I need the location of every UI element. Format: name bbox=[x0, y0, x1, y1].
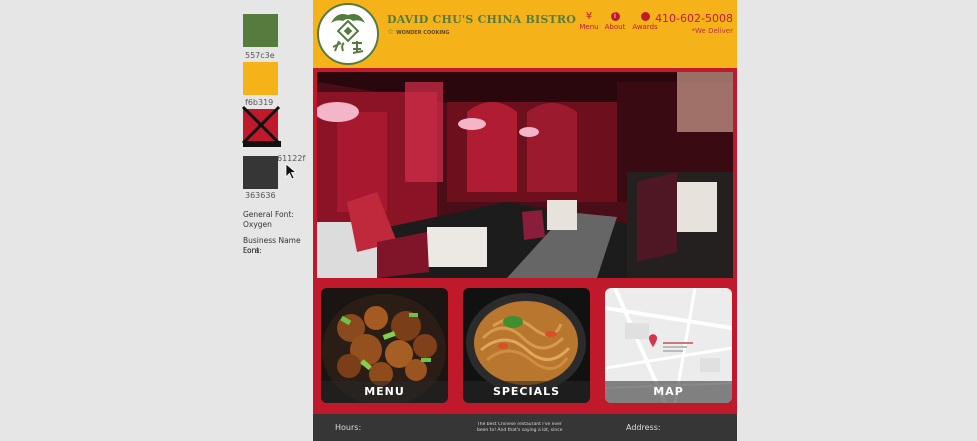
phone-number[interactable]: 410-602-5008 bbox=[655, 12, 733, 25]
site-header: DAVID CHU'S CHINA BISTRO ☆ WONDER COOKING… bbox=[313, 0, 737, 68]
mouse-pointer-icon bbox=[285, 163, 298, 180]
red-color-swatch bbox=[241, 105, 281, 147]
gold-color-swatch bbox=[243, 62, 278, 95]
delivery-note: *We Deliver bbox=[691, 27, 733, 35]
review-quote: The best Chinese restaurant I've ever be… bbox=[477, 422, 563, 433]
restaurant-logo[interactable] bbox=[317, 3, 379, 65]
specials-tile-label: SPECIALS bbox=[463, 381, 590, 403]
menu-tile-label: MENU bbox=[321, 381, 448, 403]
nav-about[interactable]: i About bbox=[599, 12, 631, 31]
menu-tile[interactable]: MENU bbox=[321, 288, 448, 403]
tagline: ☆ WONDER COOKING bbox=[387, 27, 449, 36]
award-icon bbox=[640, 12, 650, 21]
crossed-out-icon bbox=[241, 105, 281, 147]
charcoal-swatch-label: 363636 bbox=[245, 191, 276, 200]
red-swatch-label: 61122f bbox=[277, 154, 306, 163]
charcoal-color-swatch bbox=[243, 156, 278, 189]
business-name: DAVID CHU'S CHINA BISTRO bbox=[387, 13, 577, 26]
website-mockup: DAVID CHU'S CHINA BISTRO ☆ WONDER COOKING… bbox=[313, 0, 737, 441]
green-swatch-label: 557c3e bbox=[245, 51, 275, 60]
restaurant-interior-photo bbox=[317, 72, 733, 278]
map-tile-label: MAP bbox=[605, 381, 732, 403]
specials-tile[interactable]: SPECIALS bbox=[463, 288, 590, 403]
dragon-logo-icon bbox=[331, 14, 365, 54]
tagline-text: WONDER COOKING bbox=[396, 30, 450, 36]
map-tile[interactable]: MAP bbox=[605, 288, 732, 403]
nav-about-label: About bbox=[604, 23, 626, 31]
site-footer: Hours: The best Chinese restaurant I've … bbox=[313, 414, 737, 441]
general-font-value: Oxygen bbox=[243, 220, 272, 229]
business-font-value: Lora bbox=[243, 246, 260, 255]
address-label: Address: bbox=[626, 423, 661, 432]
hours-label: Hours: bbox=[335, 423, 362, 432]
green-color-swatch bbox=[243, 14, 278, 47]
utensils-icon: ¥ bbox=[585, 11, 593, 22]
star-icon: ☆ bbox=[387, 27, 395, 36]
info-icon: i bbox=[610, 12, 620, 21]
general-font-label: General Font: bbox=[243, 210, 294, 219]
